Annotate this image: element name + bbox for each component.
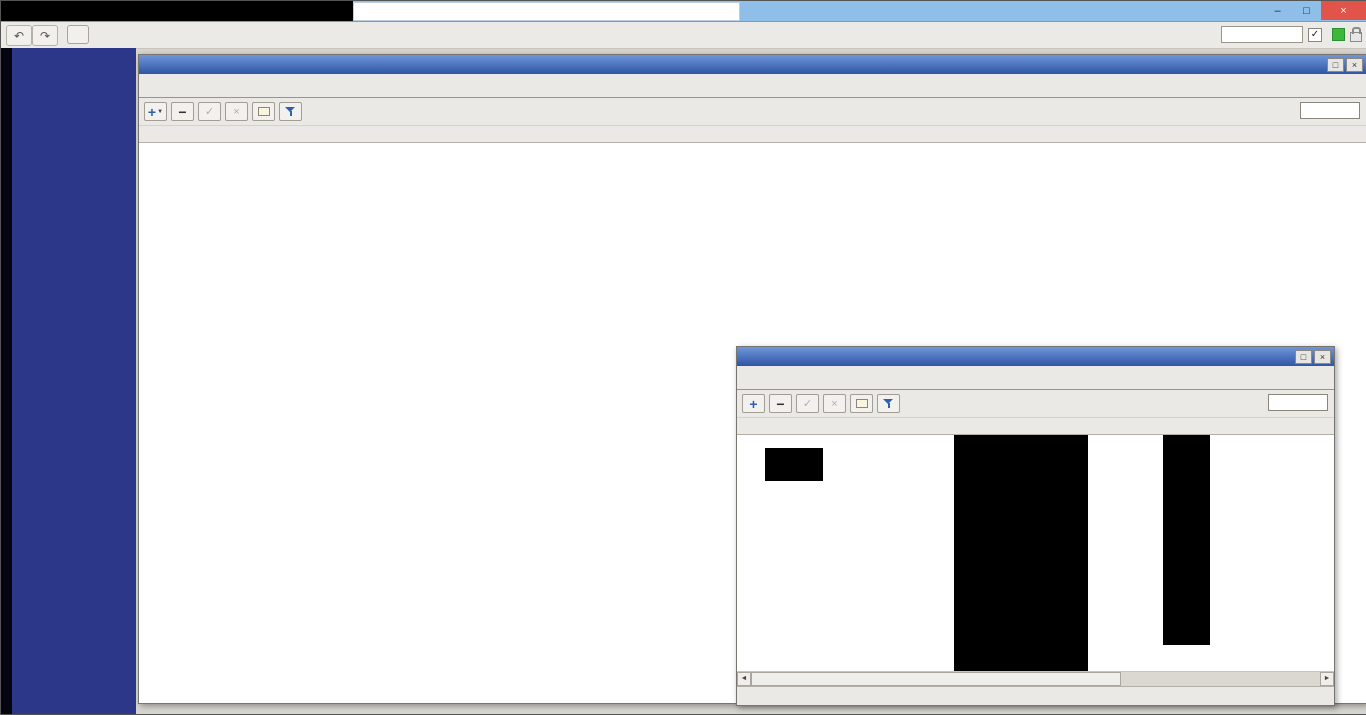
bgp-toolbar: + − ✓ × xyxy=(737,390,1334,418)
minus-icon: − xyxy=(178,103,187,120)
sidebar-menu xyxy=(12,48,136,714)
bgp-scroll-track[interactable] xyxy=(751,672,1320,686)
bgp-remote-id-redaction xyxy=(1163,435,1210,645)
caret-down-icon: ▼ xyxy=(157,108,164,115)
redo-button[interactable]: ↷ xyxy=(32,25,58,46)
bgp-statusbar xyxy=(737,686,1334,705)
scroll-right-icon[interactable]: ► xyxy=(1320,672,1334,686)
cross-icon: × xyxy=(233,105,240,118)
bgp-filter-button[interactable] xyxy=(877,394,900,413)
bgp-add-button[interactable]: + xyxy=(742,394,765,413)
interface-maximize-button[interactable]: □ xyxy=(1327,57,1344,72)
scroll-left-icon[interactable]: ◄ xyxy=(737,672,751,686)
interface-add-button[interactable]: + ▼ xyxy=(144,102,167,121)
hide-passwords-checkbox[interactable]: ✓ xyxy=(1308,27,1322,42)
comment-icon xyxy=(855,399,868,408)
comment-icon xyxy=(257,107,270,116)
funnel-icon xyxy=(285,106,296,117)
minimize-button[interactable]: – xyxy=(1263,1,1292,20)
interface-enable-button[interactable]: ✓ xyxy=(198,102,221,121)
interface-filter-button[interactable] xyxy=(279,102,302,121)
window-controls: – □ × xyxy=(1263,1,1366,21)
check-icon: ✓ xyxy=(802,398,813,410)
interface-disable-button[interactable]: × xyxy=(225,102,248,121)
minus-icon: − xyxy=(776,395,785,412)
maximize-button[interactable]: □ xyxy=(1292,1,1321,20)
bgp-peer-name-redaction xyxy=(765,448,823,481)
bgp-tabbar xyxy=(737,366,1334,390)
bgp-comment-button[interactable] xyxy=(850,394,873,413)
uptime-value xyxy=(1221,26,1303,43)
interface-remove-button[interactable]: − xyxy=(171,102,194,121)
plus-icon: + xyxy=(749,395,758,412)
lock-icon xyxy=(1350,26,1362,42)
undo-button[interactable]: ↶ xyxy=(6,25,32,46)
redo-arrow-icon: ↷ xyxy=(39,28,51,43)
bgp-remote-address-redaction xyxy=(954,435,1042,671)
check-icon: ✓ xyxy=(204,106,215,118)
interface-table-header xyxy=(139,126,1366,143)
bgp-remote-as-redaction xyxy=(1042,435,1088,671)
undo-arrow-icon: ↶ xyxy=(13,28,25,43)
bgp-table-header xyxy=(737,418,1334,435)
interface-tabbar xyxy=(139,74,1366,98)
bgp-disable-button[interactable]: × xyxy=(823,394,846,413)
bgp-scroll-thumb[interactable] xyxy=(751,672,1121,686)
bgp-table-body xyxy=(737,435,1334,671)
redacted-titlebar-field xyxy=(353,2,740,21)
bgp-restore-button[interactable]: □ xyxy=(1295,349,1312,364)
winbox-app: – □ × ↶ ↷ ✓ □ × + ▼ − ✓ × □ × + − ✓ × ◄ … xyxy=(0,0,1366,715)
interface-find-box[interactable] xyxy=(1300,102,1360,119)
bgp-remove-button[interactable]: − xyxy=(769,394,792,413)
interface-toolbar: + ▼ − ✓ × xyxy=(139,98,1366,126)
bgp-window: □ × + − ✓ × ◄ ► xyxy=(736,346,1335,706)
bgp-window-titlebar[interactable]: □ × xyxy=(737,347,1334,366)
session-status-cluster: ✓ xyxy=(1216,26,1362,43)
cross-icon: × xyxy=(831,397,838,410)
main-toolbar: ↶ ↷ ✓ xyxy=(1,22,1366,49)
funnel-icon xyxy=(883,398,894,409)
titlebar: – □ × xyxy=(1,1,1366,22)
interface-close-button[interactable]: × xyxy=(1346,57,1363,72)
redacted-connection-info xyxy=(1,1,353,21)
bgp-horizontal-scrollbar: ◄ ► xyxy=(737,671,1334,686)
routeros-winbox-brand xyxy=(1,48,12,714)
bgp-close-button[interactable]: × xyxy=(1314,349,1331,364)
safe-mode-button[interactable] xyxy=(67,25,89,44)
interface-window-titlebar[interactable]: □ × xyxy=(139,55,1366,74)
close-button[interactable]: × xyxy=(1321,1,1366,20)
connection-status-indicator xyxy=(1332,28,1345,41)
bgp-enable-button[interactable]: ✓ xyxy=(796,394,819,413)
interface-comment-button[interactable] xyxy=(252,102,275,121)
bgp-find-box[interactable] xyxy=(1268,394,1328,411)
plus-icon: + xyxy=(147,103,157,120)
